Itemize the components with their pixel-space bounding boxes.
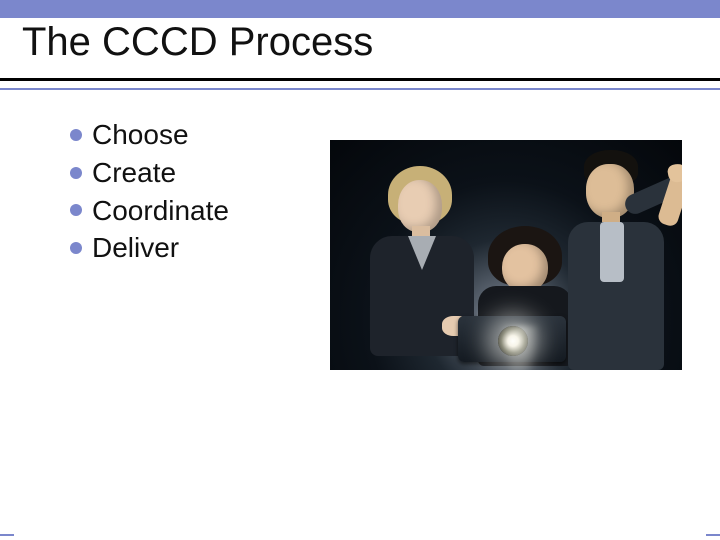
- bullet-icon: [70, 204, 82, 216]
- bullet-item: Deliver: [70, 229, 229, 267]
- bullet-text: Create: [92, 154, 176, 192]
- bullet-text: Deliver: [92, 229, 179, 267]
- bullet-item: Choose: [70, 116, 229, 154]
- accent-band-top: [0, 0, 720, 18]
- bullet-list: Choose Create Coordinate Deliver: [70, 116, 229, 267]
- bullet-icon: [70, 242, 82, 254]
- bullet-icon: [70, 129, 82, 141]
- bullet-text: Coordinate: [92, 192, 229, 230]
- corner-accent-bottom-right: [652, 472, 720, 540]
- slide-title: The CCCD Process: [22, 20, 373, 65]
- bullet-text: Choose: [92, 116, 189, 154]
- slide: The CCCD Process Choose Create Coordinat…: [0, 0, 720, 540]
- projector-light: [500, 326, 540, 370]
- slide-image: [330, 140, 682, 370]
- edge-accent-left: [0, 534, 14, 536]
- corner-accent-bottom-left: [0, 470, 70, 540]
- bullet-icon: [70, 167, 82, 179]
- bullet-item: Create: [70, 154, 229, 192]
- edge-accent-right: [706, 534, 720, 536]
- divider-primary: [0, 78, 720, 81]
- person-right-pointing: [556, 150, 682, 370]
- divider-accent: [0, 88, 720, 90]
- bullet-item: Coordinate: [70, 192, 229, 230]
